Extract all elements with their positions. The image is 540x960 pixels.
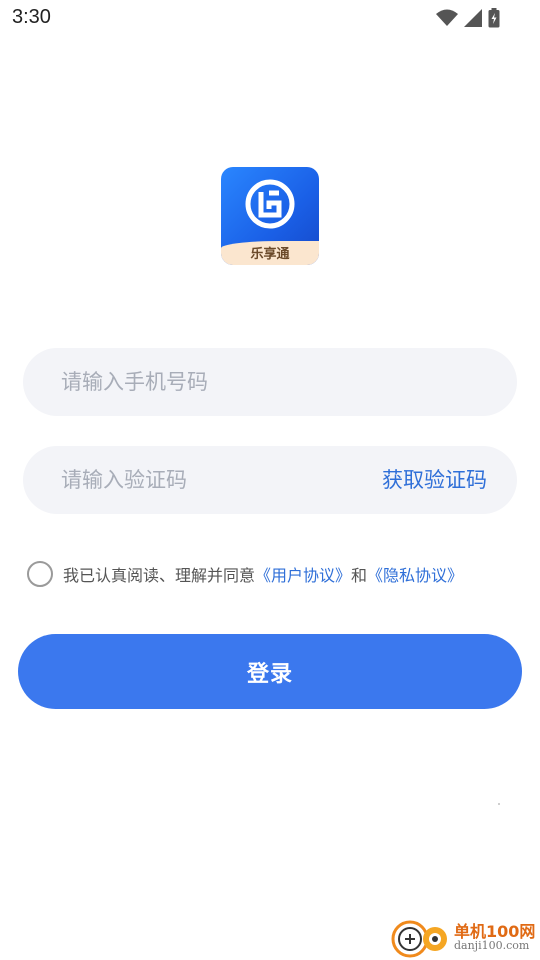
- agreement-row: 我已认真阅读、理解并同意《用户协议》和《隐私协议》: [27, 560, 463, 588]
- logo-mark-icon: [245, 179, 295, 229]
- verification-code-input[interactable]: [61, 446, 341, 514]
- user-agreement-link[interactable]: 《用户协议》: [255, 566, 351, 585]
- phone-input[interactable]: [61, 348, 481, 416]
- code-field: 获取验证码: [23, 446, 517, 514]
- status-time: 3:30: [12, 6, 51, 28]
- status-bar: 3:30: [0, 0, 540, 38]
- logo-app-name: 乐享通: [250, 247, 290, 262]
- watermark-url: danji100.com: [454, 939, 530, 952]
- agreement-text: 我已认真阅读、理解并同意《用户协议》和《隐私协议》: [63, 562, 463, 586]
- status-icons: [436, 8, 500, 28]
- get-code-button[interactable]: 获取验证码: [382, 446, 487, 514]
- stray-dot: [498, 803, 500, 805]
- wifi-icon: [436, 9, 458, 26]
- phone-field: [23, 348, 517, 416]
- battery-charging-icon: [488, 8, 500, 28]
- agreement-prefix: 我已认真阅读、理解并同意: [63, 566, 256, 585]
- app-logo: 乐享通: [221, 167, 319, 265]
- watermark-logo-icon: [391, 920, 447, 958]
- signal-icon: [464, 9, 482, 27]
- login-button[interactable]: 登录: [18, 634, 522, 709]
- agreement-joiner: 和: [351, 566, 368, 585]
- watermark: 单机100网 danji100.com: [390, 916, 535, 958]
- privacy-agreement-link[interactable]: 《隐私协议》: [367, 566, 463, 585]
- agreement-checkbox[interactable]: [27, 561, 53, 587]
